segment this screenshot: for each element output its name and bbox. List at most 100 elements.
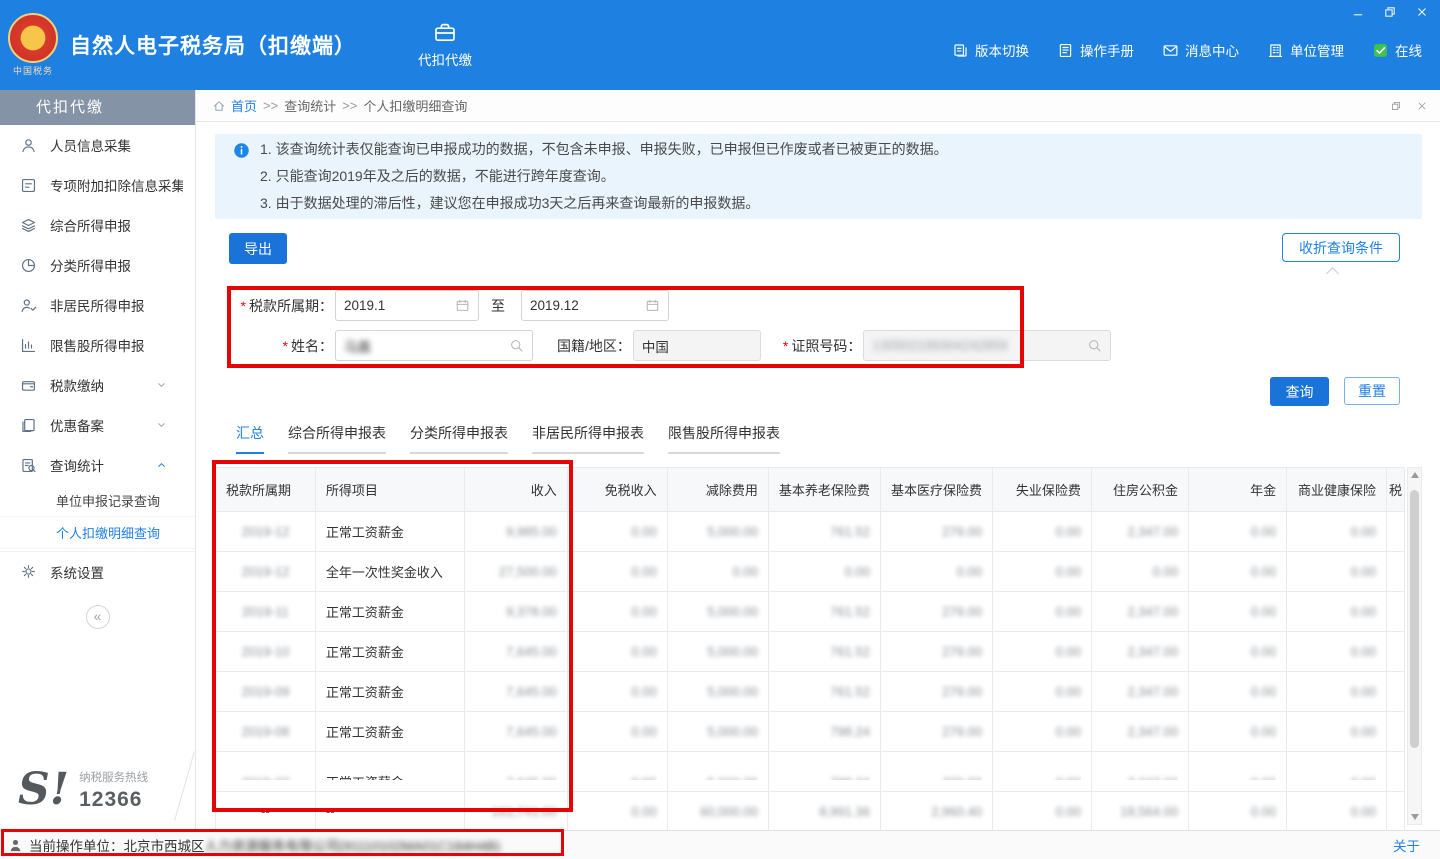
tab-item[interactable]: 限售股所得申报表 xyxy=(668,423,780,454)
table-cell: 279.00 xyxy=(880,752,992,792)
table-row: 2019-10正常工资薪金7,645.000.005,000.00761.522… xyxy=(216,632,1405,672)
table-cell: 0.00 xyxy=(1287,672,1387,712)
restore-icon[interactable] xyxy=(1382,5,1398,19)
table-header-cell: 减除费用 xyxy=(667,468,768,512)
sidebar-subitem[interactable]: 单位申报记录查询 xyxy=(0,485,195,517)
sidebar-item[interactable]: 专项附加扣除信息采集 xyxy=(0,165,195,205)
table-cell: 5,000.00 xyxy=(667,632,768,672)
table-header-cell: 住房公积金 xyxy=(1091,468,1188,512)
sidebar-item[interactable]: 查询统计 xyxy=(0,445,195,485)
table-cell: 2019-12 xyxy=(216,552,316,592)
table-cell: 5,000.00 xyxy=(667,512,768,552)
name-input[interactable]: 马晨 xyxy=(335,330,533,361)
tab-item[interactable]: 分类所得申报表 xyxy=(410,423,508,454)
table-header-cell: 年金 xyxy=(1189,468,1287,512)
topbar-menu-item[interactable]: 消息中心 xyxy=(1162,40,1239,60)
table-cell: 798.24 xyxy=(768,712,880,752)
sidebar-subitem-label: 个人扣缴明细查询 xyxy=(56,523,160,542)
sidebar-collapse-button[interactable]: « xyxy=(86,605,110,629)
topbar-menu-item[interactable]: 单位管理 xyxy=(1267,40,1344,60)
sidebar-item[interactable]: 综合所得申报 xyxy=(0,205,195,245)
sidebar-item[interactable]: 分类所得申报 xyxy=(0,245,195,285)
period-end-input[interactable]: 2019.12 xyxy=(521,290,669,321)
panel-restore-icon[interactable] xyxy=(1390,100,1402,112)
sidebar-item[interactable]: 优惠备案 xyxy=(0,405,195,445)
table-cell: 2019-07 xyxy=(216,752,316,792)
table-cell: 0.00 xyxy=(992,792,1091,831)
minimize-icon[interactable] xyxy=(1350,5,1366,19)
person-icon xyxy=(8,838,23,853)
sidebar-item-label: 限售股所得申报 xyxy=(50,335,145,355)
scroll-up-arrow-icon[interactable] xyxy=(1411,472,1419,478)
vertical-scrollbar-thumb[interactable] xyxy=(1410,490,1419,748)
tab-item[interactable]: 非居民所得申报表 xyxy=(532,423,644,454)
sidebar-item[interactable]: 人员信息采集 xyxy=(0,125,195,165)
table-cell: 正常工资薪金 xyxy=(315,592,464,632)
app-title: 自然人电子税务局（扣缴端） xyxy=(70,30,356,60)
about-link[interactable]: 关于 xyxy=(1393,835,1420,855)
table-cell: 正常工资薪金 xyxy=(315,712,464,752)
tab-item[interactable]: 综合所得申报表 xyxy=(288,423,386,454)
table-cell: 0.00 xyxy=(992,592,1091,632)
chart-icon xyxy=(20,337,37,354)
main-panel: 首页 >> 查询统计 >> 个人扣缴明细查询 1. 该查询统计表仅能查询已申报成… xyxy=(196,90,1440,830)
pie-icon xyxy=(20,257,37,274)
notice-line: 2. 只能查询2019年及之后的数据，不能进行跨年度查询。 xyxy=(260,163,948,190)
table-cell: 279.00 xyxy=(880,512,992,552)
table-cell xyxy=(1387,792,1405,831)
table-cell: 0.00 xyxy=(667,552,768,592)
table-cell xyxy=(1387,552,1405,592)
home-icon xyxy=(212,99,226,113)
calendar-icon[interactable] xyxy=(645,298,660,313)
sidebar-item[interactable]: 税款缴纳 xyxy=(0,365,195,405)
export-button[interactable]: 导出 xyxy=(229,233,287,264)
search-button[interactable]: 查询 xyxy=(1270,377,1329,406)
table-cell: 279.00 xyxy=(880,712,992,752)
tab-item[interactable]: 汇总 xyxy=(236,423,264,454)
calendar-icon[interactable] xyxy=(455,298,470,313)
sidebar-item[interactable]: 非居民所得申报 xyxy=(0,285,195,325)
query-form: *税款所属期： 2019.1 至 2019.12 *姓名： xyxy=(215,290,1422,361)
table-header-cell: 免税收入 xyxy=(567,468,667,512)
table-cell: -- xyxy=(216,792,316,831)
nationality-input[interactable]: 中国 xyxy=(633,330,761,361)
vertical-scrollbar[interactable] xyxy=(1407,467,1422,825)
table-header-cell: 失业保险费 xyxy=(992,468,1091,512)
sidebar-item[interactable]: 限售股所得申报 xyxy=(0,325,195,365)
search-icon[interactable] xyxy=(1087,338,1102,353)
table-cell: 0.00 xyxy=(1287,752,1387,792)
name-label: *姓名： xyxy=(229,336,333,356)
table-cell: 2019-10 xyxy=(216,632,316,672)
table-cell: 8,991.36 xyxy=(768,792,880,831)
sidebar-item[interactable]: 系统设置 xyxy=(0,551,195,591)
tax-bureau-logo: 中国税务 xyxy=(8,13,58,77)
briefcase-icon xyxy=(433,21,457,45)
person-icon xyxy=(20,137,37,154)
topbar-menu: 版本切换 操作手册 消息中心 单位管理 在线 xyxy=(952,30,1422,60)
nationality-value: 中国 xyxy=(642,336,669,356)
sidebar-subitem[interactable]: 个人扣缴明细查询 xyxy=(0,517,195,549)
panel-close-icon[interactable] xyxy=(1416,100,1428,112)
scroll-down-arrow-icon[interactable] xyxy=(1411,814,1419,820)
period-start-input[interactable]: 2019.1 xyxy=(335,290,479,321)
reset-button[interactable]: 重置 xyxy=(1344,377,1400,405)
topbar-menu-item[interactable]: 版本切换 xyxy=(952,40,1029,60)
search-icon[interactable] xyxy=(509,338,524,353)
topbar-menu-item[interactable]: 操作手册 xyxy=(1057,40,1134,60)
table-header-cell: 收入 xyxy=(465,468,568,512)
collapse-query-button[interactable]: 收折查询条件 xyxy=(1282,233,1400,262)
module-tab-daikou[interactable]: 代扣代缴 xyxy=(408,17,482,73)
table-cell: 0.00 xyxy=(992,512,1091,552)
breadcrumb-home-link[interactable]: 首页 xyxy=(231,96,257,115)
table-cell: 279.00 xyxy=(880,592,992,632)
topbar-menu-item[interactable]: 在线 xyxy=(1372,40,1422,60)
topbar: 中国税务 自然人电子税务局（扣缴端） 代扣代缴 版本切换 操作手册 消息中心 单位管理… xyxy=(0,0,1440,90)
current-unit-blurred: 人力资源服务有限公司(91110102MA01C184H4B) xyxy=(205,835,501,855)
id-number-input[interactable]: 130502199304242859 xyxy=(863,330,1111,361)
table-cell: 761.52 xyxy=(768,632,880,672)
period-to-label: 至 xyxy=(491,296,505,316)
table-cell: 0.00 xyxy=(1189,632,1287,672)
emblem-icon xyxy=(8,13,58,63)
close-icon[interactable] xyxy=(1414,5,1430,19)
table-cell: 全年一次性奖金收入 xyxy=(315,552,464,592)
